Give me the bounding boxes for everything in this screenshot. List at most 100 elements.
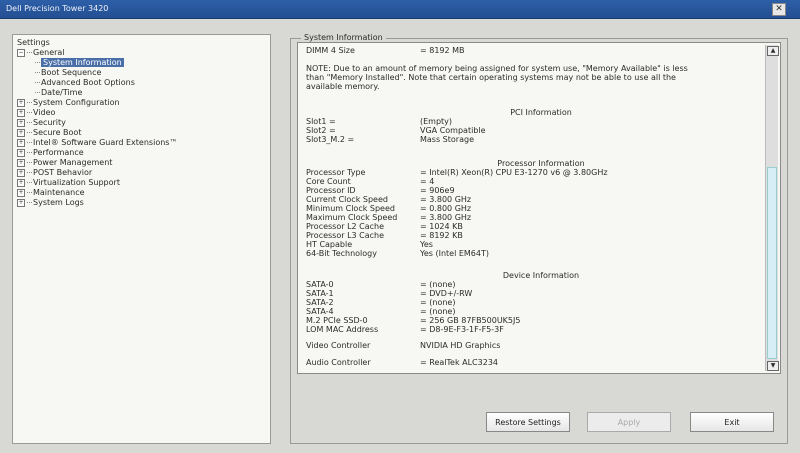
tree-item-virtualization-support[interactable]: + Virtualization Support <box>17 178 120 188</box>
memory-note: NOTE: Due to an amount of memory being a… <box>306 64 688 91</box>
info-label: Slot2 = <box>306 126 336 135</box>
info-label: LOM MAC Address <box>306 325 379 334</box>
info-label: Slot1 = <box>306 117 336 126</box>
info-label: HT Capable <box>306 240 353 249</box>
info-label: Processor L2 Cache <box>306 222 385 231</box>
info-value: = 1024 KB <box>420 222 463 231</box>
scrollbar-thumb[interactable] <box>767 167 777 359</box>
vertical-scrollbar[interactable]: ▲ ▼ <box>765 45 779 371</box>
info-label: Current Clock Speed <box>306 195 388 204</box>
info-label: M.2 PCIe SSD-0 <box>306 316 368 325</box>
window-title: Dell Precision Tower 3420 <box>6 4 109 13</box>
info-value: = 256 GB 87FB500UK5J5 <box>420 316 521 325</box>
tree-label: Virtualization Support <box>33 178 120 187</box>
tree-item-security[interactable]: + Security <box>17 118 66 128</box>
exit-button[interactable]: Exit <box>690 412 774 432</box>
info-value: = DVD+/-RW <box>420 289 473 298</box>
info-value: = 3.800 GHz <box>420 195 472 204</box>
tree-label-general: General <box>33 48 65 57</box>
info-value: = (none) <box>420 298 456 307</box>
info-label: Slot3_M.2 = <box>306 135 355 144</box>
processor-section-title: Processor Information <box>497 159 585 168</box>
tree-item-general[interactable]: − General <box>17 48 65 58</box>
tree-label-date-time: Date/Time <box>41 88 83 97</box>
info-value: = (none) <box>420 280 456 289</box>
tree-label: Power Management <box>33 158 113 167</box>
info-value: = D8-9E-F3-1F-F5-3F <box>420 325 504 334</box>
tree-item-sgx[interactable]: + Intel® Software Guard Extensions™ <box>17 138 177 148</box>
info-label: Processor L3 Cache <box>306 231 385 240</box>
tree-item-performance[interactable]: + Performance <box>17 148 84 158</box>
bios-window: Dell Precision Tower 3420 ✕ Settings − Ge… <box>0 0 800 453</box>
tree-item-date-time[interactable]: Date/Time <box>35 88 82 98</box>
info-value: = 3.800 GHz <box>420 213 472 222</box>
info-value: = 906e9 <box>420 186 455 195</box>
info-value: VGA Compatible <box>420 126 486 135</box>
expand-icon[interactable]: + <box>17 158 25 167</box>
tree-label: System Logs <box>33 198 84 207</box>
tree-label: Performance <box>33 148 84 157</box>
restore-settings-button[interactable]: Restore Settings <box>486 412 570 432</box>
info-value: = 4 <box>420 177 435 186</box>
info-label: Minimum Clock Speed <box>306 204 395 213</box>
info-label: SATA-4 <box>306 307 334 316</box>
expand-icon[interactable]: + <box>17 128 25 137</box>
tree-item-system-logs[interactable]: + System Logs <box>17 198 84 208</box>
expand-icon[interactable]: + <box>17 188 25 197</box>
expand-icon[interactable]: + <box>17 118 25 127</box>
info-value: NVIDIA HD Graphics <box>420 341 501 350</box>
tree-item-power-management[interactable]: + Power Management <box>17 158 112 168</box>
info-value: = 8192 KB <box>420 231 463 240</box>
expand-icon[interactable]: + <box>17 168 25 177</box>
info-label: SATA-1 <box>306 289 334 298</box>
expand-icon[interactable]: + <box>17 108 25 117</box>
tree-label-system-information: System Information <box>41 58 124 67</box>
settings-tree: Settings − General System Information Boo… <box>12 34 271 444</box>
tree-label: Video <box>33 108 56 117</box>
apply-button[interactable]: Apply <box>587 412 671 432</box>
collapse-icon[interactable]: − <box>17 48 25 57</box>
title-bar: Dell Precision Tower 3420 ✕ <box>0 0 800 19</box>
tree-label: Secure Boot <box>33 128 82 137</box>
device-section-title: Device Information <box>502 271 580 280</box>
info-value: = Intel(R) Xeon(R) CPU E3-1270 v6 @ 3.80… <box>420 168 608 177</box>
tree-item-maintenance[interactable]: + Maintenance <box>17 188 85 198</box>
info-value: (Empty) <box>420 117 453 126</box>
scroll-down-icon[interactable]: ▼ <box>767 361 779 371</box>
info-label: SATA-0 <box>306 280 334 289</box>
tree-item-advanced-boot-options[interactable]: Advanced Boot Options <box>35 78 135 88</box>
info-label: SATA-2 <box>306 298 334 307</box>
pci-section-title: PCI Information <box>510 108 572 117</box>
info-label: Maximum Clock Speed <box>306 213 398 222</box>
system-information-content[interactable]: DIMM 4 Size = 8192 MB NOTE: Due to an am… <box>297 42 781 374</box>
info-value: Mass Storage <box>420 135 474 144</box>
info-value: = RealTek ALC3234 <box>420 358 498 367</box>
info-value: Yes (Intel EM64T) <box>420 249 489 258</box>
tree-item-secure-boot[interactable]: + Secure Boot <box>17 128 81 138</box>
tree-item-video[interactable]: + Video <box>17 108 55 118</box>
tree-label-boot-sequence: Boot Sequence <box>41 68 102 77</box>
info-value: Yes <box>420 240 433 249</box>
group-title: System Information <box>301 33 386 42</box>
close-button[interactable]: ✕ <box>772 3 786 16</box>
tree-label: System Configuration <box>33 98 120 107</box>
expand-icon[interactable]: + <box>17 148 25 157</box>
expand-icon[interactable]: + <box>17 178 25 187</box>
scroll-up-icon[interactable]: ▲ <box>767 46 779 56</box>
info-label: Audio Controller <box>306 358 371 367</box>
info-label: Processor Type <box>306 168 366 177</box>
tree-item-post-behavior[interactable]: + POST Behavior <box>17 168 92 178</box>
info-label: Processor ID <box>306 186 356 195</box>
tree-item-boot-sequence[interactable]: Boot Sequence <box>35 68 101 78</box>
info-value: = 8192 MB <box>420 46 465 55</box>
expand-icon[interactable]: + <box>17 198 25 207</box>
tree-label: Security <box>33 118 66 127</box>
tree-label: POST Behavior <box>33 168 93 177</box>
tree-label: Maintenance <box>33 188 85 197</box>
info-value: = (none) <box>420 307 456 316</box>
tree-item-system-configuration[interactable]: + System Configuration <box>17 98 120 108</box>
expand-icon[interactable]: + <box>17 138 25 147</box>
tree-root-settings: Settings <box>17 38 50 47</box>
expand-icon[interactable]: + <box>17 98 25 107</box>
tree-item-system-information[interactable]: System Information <box>35 58 124 68</box>
